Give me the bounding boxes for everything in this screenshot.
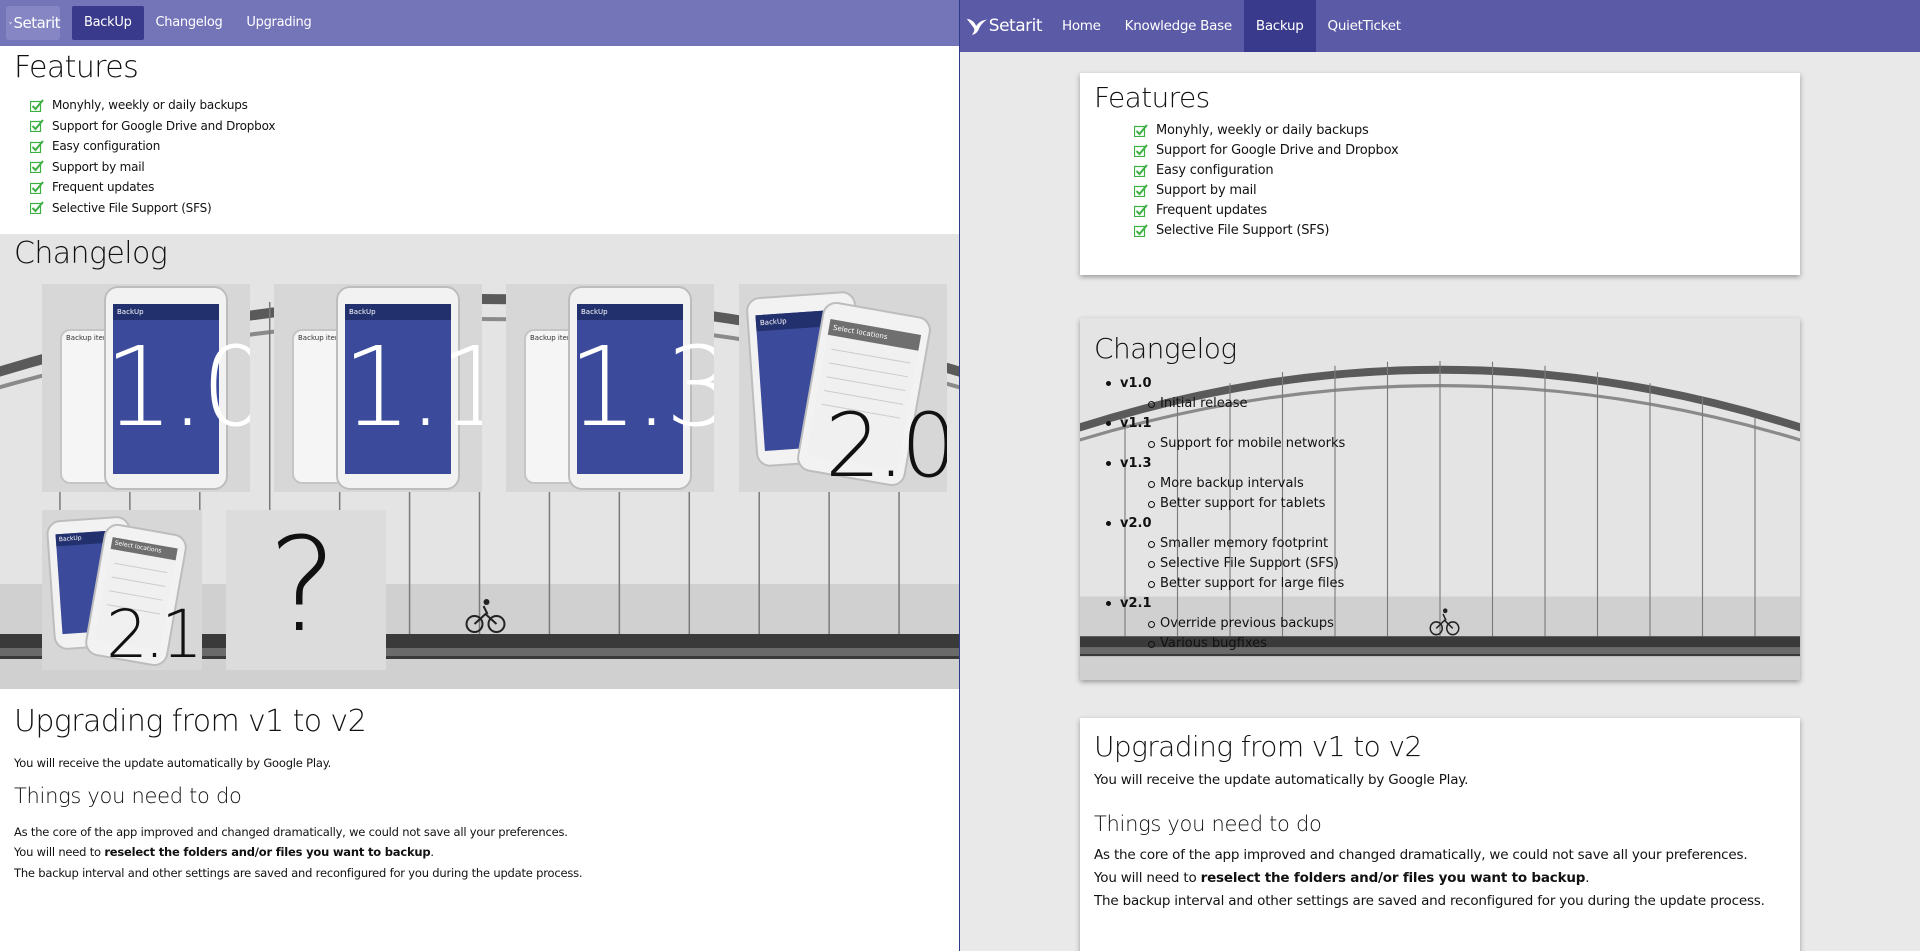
upgrade-heading: Upgrading from v1 to v2	[14, 704, 367, 739]
features-card: Features Monyhly, weekly or daily backup…	[1080, 73, 1800, 275]
nav-link-backup[interactable]: BackUp	[72, 6, 144, 40]
left-window: Setarit BackUp Changelog Upgrading Featu…	[0, 0, 959, 951]
paragraph-3: The backup interval and other settings a…	[1094, 893, 1765, 909]
version-number: 1.1	[342, 323, 482, 451]
version-number: ?	[268, 510, 337, 661]
paragraph-2: You will need to reselect the folders an…	[14, 845, 434, 859]
feature-item: Frequent updates	[1134, 200, 1786, 220]
checkbox-check-icon	[1134, 224, 1148, 237]
paragraph-1: As the core of the app improved and chan…	[14, 824, 568, 839]
feature-item: Monyhly, weekly or daily backups	[1134, 120, 1786, 140]
checkbox-check-icon	[30, 181, 44, 194]
feature-item: Selective File Support (SFS)	[1134, 220, 1786, 240]
feature-item: Easy configuration	[30, 136, 945, 157]
feature-item: Selective File Support (SFS)	[30, 198, 945, 219]
upgrade-text: You will receive the update automaticall…	[14, 756, 332, 770]
change-item: Smaller memory footprint	[1147, 534, 1345, 554]
things-heading: Things you need to do	[14, 783, 242, 808]
version-number: 1.3	[568, 323, 714, 451]
version-number: 2.1	[106, 596, 202, 670]
checkbox-check-icon	[1134, 204, 1148, 217]
feature-item: Support for Google Drive and Dropbox	[1134, 140, 1786, 160]
features-heading: Features	[14, 50, 139, 85]
checkbox-check-icon	[30, 119, 44, 132]
features-list: Monyhly, weekly or daily backups Support…	[30, 95, 945, 218]
checkbox-check-icon	[1134, 164, 1148, 177]
version-entry: v2.1 Override previous backups Various bu…	[1105, 594, 1345, 654]
change-item: Better support for large files	[1147, 574, 1345, 594]
bird-logo-icon	[966, 14, 988, 38]
feature-item: Support for Google Drive and Dropbox	[30, 116, 945, 137]
paragraph-2: You will need to reselect the folders an…	[1094, 870, 1590, 886]
version-tile-upcoming[interactable]: ?	[226, 510, 386, 670]
nav-link-home[interactable]: Home	[1050, 0, 1113, 52]
feature-item: Support by mail	[30, 157, 945, 178]
right-logo[interactable]: Setarit	[962, 4, 1043, 48]
changelog-heading: Changelog	[1094, 332, 1237, 365]
left-navbar: Setarit BackUp Changelog Upgrading	[0, 0, 959, 46]
change-item: Various bugfixes	[1147, 634, 1345, 654]
change-item: Selective File Support (SFS)	[1147, 554, 1345, 574]
feature-item: Frequent updates	[30, 177, 945, 198]
change-item: Initial release	[1147, 394, 1345, 414]
nav-link-changelog[interactable]: Changelog	[144, 6, 235, 40]
version-entry: v1.0 Initial release	[1105, 374, 1345, 414]
checkbox-check-icon	[1134, 124, 1148, 137]
right-navbar: Setarit Home Knowledge Base Backup Quiet…	[960, 0, 1920, 52]
logo-text: Setarit	[13, 14, 60, 32]
version-number: 2.0	[825, 394, 947, 492]
features-heading: Features	[1094, 81, 1210, 114]
nav-link-upgrading[interactable]: Upgrading	[234, 6, 323, 40]
checkbox-check-icon	[30, 99, 44, 112]
logo-text: Setarit	[988, 16, 1043, 36]
checkbox-check-icon	[30, 160, 44, 173]
things-heading: Things you need to do	[1094, 812, 1322, 836]
version-entry: v2.0 Smaller memory footprint Selective F…	[1105, 514, 1345, 594]
left-changelog-section: Changelog Backup items BackUp 1.0 Backup…	[0, 234, 959, 689]
change-item: More backup intervals	[1147, 474, 1345, 494]
changelog-card: Changelog v1.0 Initial release v1.1 Supp…	[1080, 318, 1800, 680]
change-item: Support for mobile networks	[1147, 434, 1345, 454]
change-item: Override previous backups	[1147, 614, 1345, 634]
right-window: Setarit Home Knowledge Base Backup Quiet…	[960, 0, 1920, 951]
nav-link-quietticket[interactable]: QuietTicket	[1316, 0, 1413, 52]
version-entry: v1.3 More backup intervals Better support…	[1105, 454, 1345, 514]
nav-link-backup[interactable]: Backup	[1243, 0, 1316, 52]
checkbox-check-icon	[30, 140, 44, 153]
upgrade-heading: Upgrading from v1 to v2	[1094, 730, 1422, 763]
version-entry: v1.1 Support for mobile networks	[1105, 414, 1345, 454]
change-item: Better support for tablets	[1147, 494, 1345, 514]
feature-item: Easy configuration	[1134, 160, 1786, 180]
left-features-section: Features Monyhly, weekly or daily backup…	[0, 46, 959, 234]
version-tile-1-1[interactable]: Backup items BackUp 1.1	[274, 284, 482, 492]
feature-item: Support by mail	[1134, 180, 1786, 200]
checkbox-check-icon	[30, 201, 44, 214]
changelog-list: v1.0 Initial release v1.1 Support for mo…	[1105, 374, 1345, 654]
checkbox-check-icon	[1134, 144, 1148, 157]
version-number: 1.0	[104, 323, 250, 451]
version-tile-2-1[interactable]: BackUp Select locations 2.1	[42, 510, 202, 670]
paragraph-1: As the core of the app improved and chan…	[1094, 847, 1748, 863]
upgrade-text: You will receive the update automaticall…	[1094, 772, 1469, 788]
nav-link-knowledge-base[interactable]: Knowledge Base	[1113, 0, 1244, 52]
checkbox-check-icon	[1134, 184, 1148, 197]
version-tile-1-0[interactable]: Backup items BackUp 1.0	[42, 284, 250, 492]
paragraph-3: The backup interval and other settings a…	[14, 865, 583, 880]
feature-item: Monyhly, weekly or daily backups	[30, 95, 945, 116]
bird-logo-icon	[9, 14, 12, 32]
left-logo[interactable]: Setarit	[6, 6, 60, 40]
changelog-heading: Changelog	[14, 236, 168, 271]
version-tile-2-0[interactable]: BackUp Select locations 2.0	[739, 284, 947, 492]
version-tile-1-3[interactable]: Backup items BackUp 1.3	[506, 284, 714, 492]
features-list: Monyhly, weekly or daily backups Support…	[1134, 120, 1786, 240]
upgrade-card: Upgrading from v1 to v2 You will receive…	[1080, 718, 1800, 951]
left-upgrade-section: Upgrading from v1 to v2 You will receive…	[0, 704, 959, 883]
